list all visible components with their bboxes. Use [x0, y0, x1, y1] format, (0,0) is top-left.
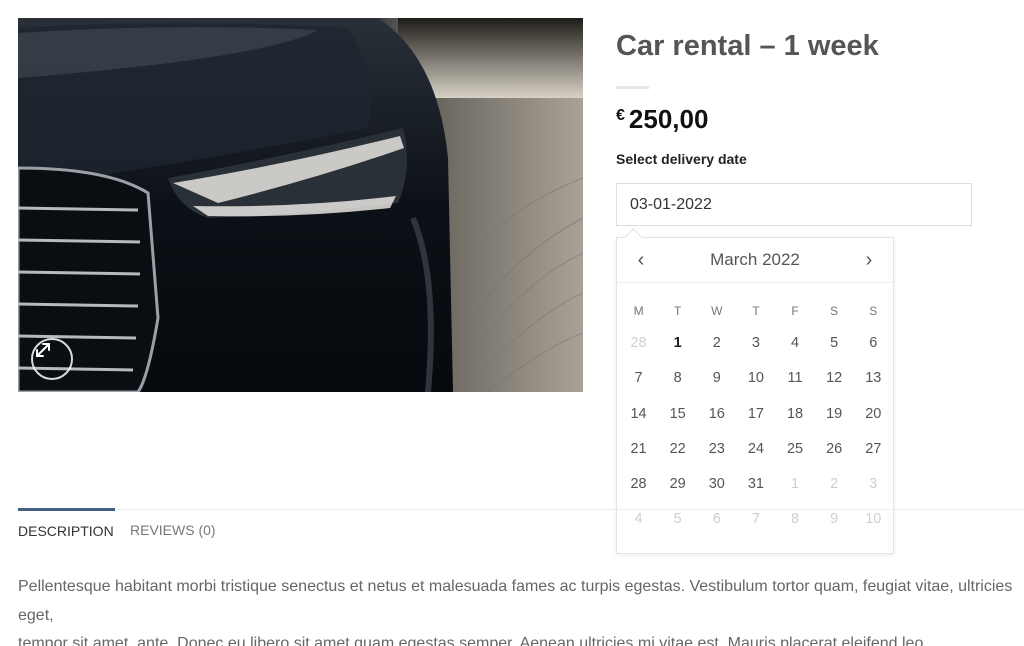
datepicker-grid: M T W T F S S 28 1 2 3 4 5 6 7 8 9 10 11 12 13 14 15 16 17 18 19 20…	[619, 296, 893, 538]
datepicker-popup: ‹ March 2022 › M T W T F S S 28 1 2 3 4 5 6 7 8 9 10 11 12 1…	[616, 237, 894, 554]
calendar-day[interactable]: 10	[736, 361, 775, 396]
calendar-day[interactable]: 2	[697, 326, 736, 361]
delivery-date-label: Select delivery date	[616, 151, 747, 167]
calendar-day[interactable]: 6	[854, 326, 893, 361]
product-price: €250,00	[616, 104, 708, 135]
calendar-day[interactable]: 20	[854, 397, 893, 432]
datepicker-month-label[interactable]: March 2022	[710, 250, 800, 270]
weekday-header: F	[791, 304, 799, 318]
calendar-day: 1	[791, 476, 800, 493]
calendar-day: 7	[751, 511, 760, 528]
calendar-day[interactable]: 31	[736, 467, 775, 502]
calendar-day: 10	[865, 511, 882, 528]
calendar-day[interactable]: 15	[658, 397, 697, 432]
product-image[interactable]	[18, 18, 583, 392]
calendar-day[interactable]: 29	[658, 467, 697, 502]
weekday-header: M	[633, 304, 644, 318]
calendar-day[interactable]: 28	[619, 467, 658, 502]
zoom-button[interactable]	[31, 338, 73, 380]
calendar-day[interactable]: 26	[815, 432, 854, 467]
product-page: Car rental – 1 week €250,00 Select deliv…	[0, 0, 1024, 646]
weekday-header: S	[830, 304, 839, 318]
calendar-day: 3	[869, 476, 878, 493]
calendar-day[interactable]: 18	[776, 397, 815, 432]
calendar-day[interactable]: 14	[619, 397, 658, 432]
car-photo	[18, 18, 583, 392]
delivery-date-input[interactable]	[616, 183, 972, 226]
calendar-day[interactable]: 17	[736, 397, 775, 432]
calendar-day[interactable]: 24	[736, 432, 775, 467]
calendar-day[interactable]: 4	[776, 326, 815, 361]
price-amount: 250,00	[628, 104, 709, 134]
calendar-day: 2	[830, 476, 839, 493]
weekday-header: S	[869, 304, 878, 318]
calendar-day: 6	[712, 511, 721, 528]
calendar-day[interactable]: 16	[697, 397, 736, 432]
price-currency: €	[616, 107, 625, 124]
calendar-day: 28	[630, 335, 647, 351]
calendar-day[interactable]: 21	[619, 432, 658, 467]
calendar-day[interactable]: 11	[776, 361, 815, 396]
datepicker-header: ‹ March 2022 ›	[617, 238, 893, 283]
weekday-header: T	[752, 304, 760, 318]
tab-reviews[interactable]: REVIEWS (0)	[130, 508, 216, 548]
calendar-day[interactable]: 23	[697, 432, 736, 467]
calendar-day[interactable]: 7	[619, 361, 658, 396]
tab-description[interactable]: DESCRIPTION	[18, 508, 115, 548]
calendar-day[interactable]: 22	[658, 432, 697, 467]
calendar-day[interactable]: 9	[697, 361, 736, 396]
calendar-day[interactable]: 3	[736, 326, 775, 361]
calendar-day[interactable]: 8	[658, 361, 697, 396]
expand-arrows-icon	[36, 343, 50, 357]
calendar-day[interactable]: 27	[854, 432, 893, 467]
calendar-day: 4	[634, 511, 643, 528]
calendar-day[interactable]: 19	[815, 397, 854, 432]
calendar-day[interactable]: 25	[776, 432, 815, 467]
weekday-header: T	[674, 304, 682, 318]
calendar-day: 5	[673, 511, 682, 528]
calendar-day[interactable]: 5	[815, 326, 854, 361]
calendar-day[interactable]: 30	[697, 467, 736, 502]
calendar-day[interactable]: 12	[815, 361, 854, 396]
chevron-left-icon[interactable]: ‹	[631, 249, 651, 272]
calendar-day[interactable]: 13	[854, 361, 893, 396]
calendar-day: 8	[791, 511, 800, 528]
weekday-header: W	[711, 304, 723, 318]
calendar-day[interactable]: 1	[658, 326, 697, 361]
product-description: Pellentesque habitant morbi tristique se…	[18, 578, 1013, 646]
title-divider	[616, 86, 649, 89]
product-title: Car rental – 1 week	[616, 30, 879, 62]
chevron-right-icon[interactable]: ›	[859, 249, 879, 272]
calendar-day: 9	[830, 511, 839, 528]
